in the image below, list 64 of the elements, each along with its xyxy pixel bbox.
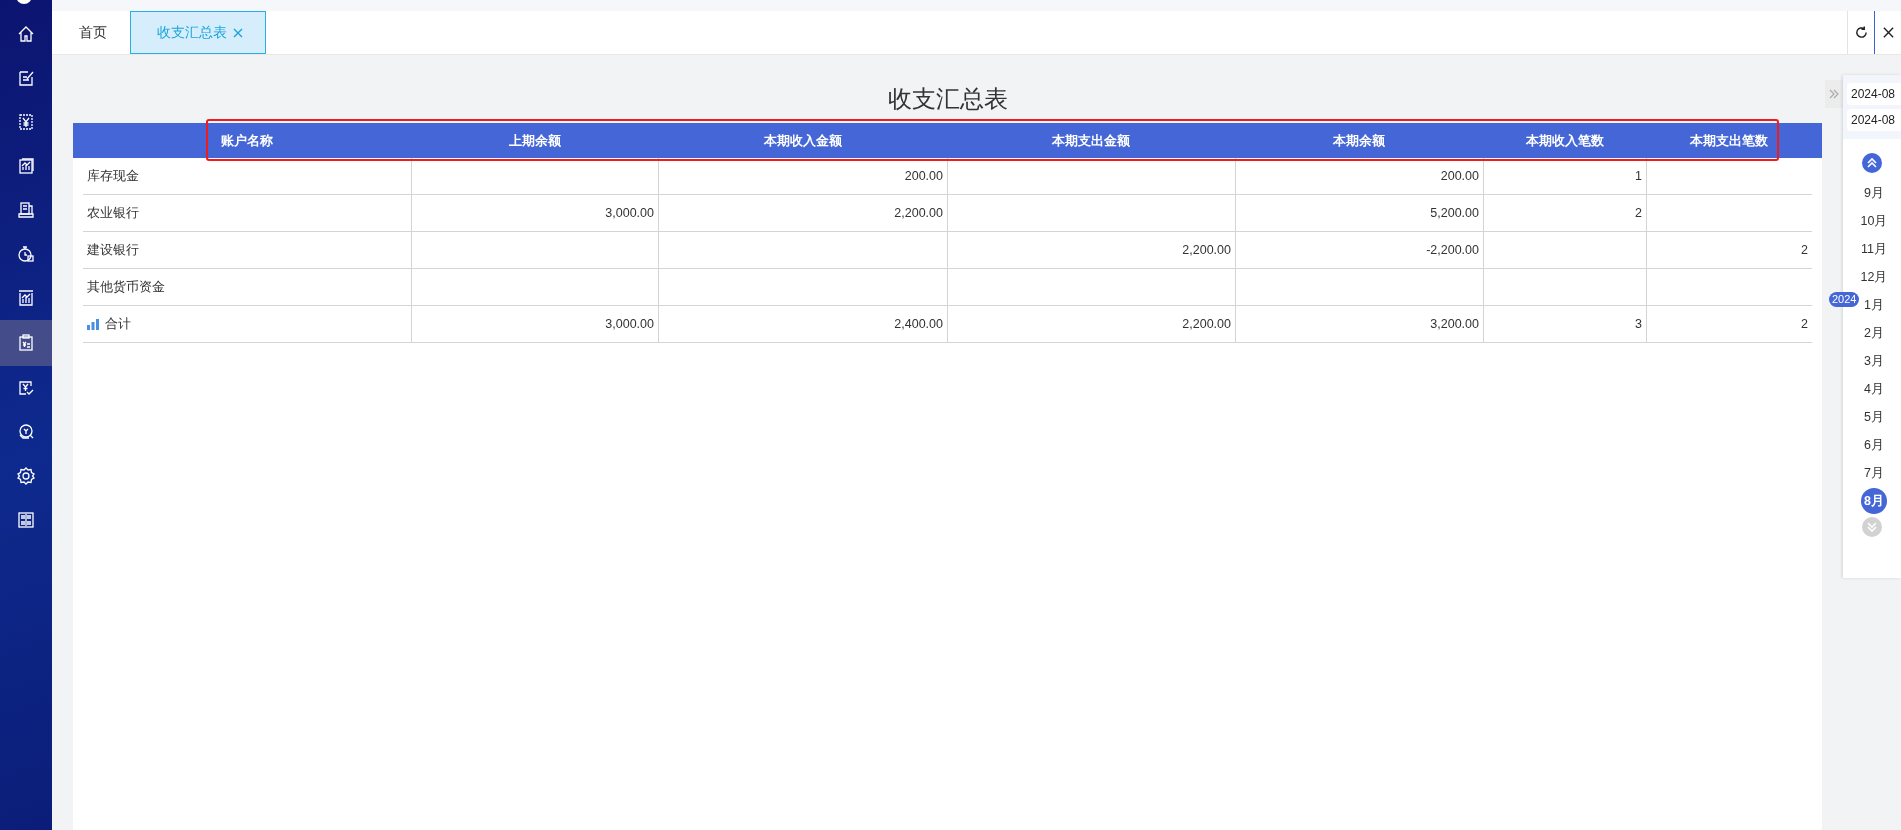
table-cell-text: 建设银行: [86, 241, 140, 259]
month-item[interactable]: 5月: [1864, 404, 1884, 430]
table-cell: 5,200.00: [1235, 195, 1483, 231]
table-cell: 3,200.00: [1235, 306, 1483, 342]
month-item[interactable]: 11月: [1861, 236, 1887, 262]
column-header: 上期余额: [507, 131, 562, 150]
clipboard-icon: [16, 333, 36, 353]
table-cell: 3: [1483, 306, 1646, 342]
column-header: 本期余额: [1332, 131, 1386, 150]
table-cell: 3,000.00: [411, 306, 658, 342]
double-chevron-down-icon: [1866, 521, 1878, 533]
start-date-field[interactable]: 2024-08: [1847, 83, 1901, 105]
table-cell-text: 库存现金: [86, 167, 140, 185]
column-header: 本期支出金额: [1051, 131, 1131, 150]
bar-chart-icon: [87, 318, 99, 330]
close-icon: [1881, 26, 1895, 39]
total-label: 合计: [105, 315, 131, 333]
month-item[interactable]: 2月: [1864, 320, 1884, 346]
table-cell-text: 农业银行: [86, 204, 140, 222]
month-item[interactable]: 9月: [1864, 180, 1884, 206]
column-header: 账户名称: [220, 131, 274, 150]
month-item[interactable]: 3月: [1864, 348, 1884, 374]
double-chevron-up-icon: [1866, 157, 1878, 169]
double-chevron-right-icon: [1829, 89, 1839, 99]
chart-icon: [16, 156, 36, 176]
table-cell: 2: [1646, 232, 1812, 268]
sidebar-item[interactable]: [0, 320, 52, 366]
home-icon: [16, 24, 36, 44]
table-cell: 2,200.00: [947, 306, 1235, 342]
month-item[interactable]: 7月: [1864, 460, 1884, 486]
refresh-icon: [1854, 26, 1868, 39]
scroll-up-button[interactable]: [1862, 153, 1882, 173]
table-cell: 2,200.00: [947, 232, 1235, 268]
table-cell: 1: [1483, 158, 1646, 194]
column-header: 本期收入笔数: [1524, 131, 1605, 150]
search-icon: [16, 422, 36, 442]
gear-icon: [16, 466, 36, 486]
month-item[interactable]: 12月: [1860, 264, 1888, 290]
end-date-field[interactable]: 2024-08: [1847, 109, 1901, 131]
year-badge: 2024: [1829, 292, 1860, 307]
report-title: 收支汇总表: [887, 84, 1008, 114]
table-cell: 2,400.00: [658, 306, 947, 342]
document-icon: [16, 200, 36, 220]
stats-icon: [16, 288, 36, 308]
yen-icon: [16, 112, 36, 132]
month-item[interactable]: 6月: [1864, 432, 1884, 458]
table-cell: 200.00: [1235, 158, 1483, 194]
month-item[interactable]: 1月: [1864, 292, 1884, 318]
table-cell: 2: [1646, 306, 1812, 342]
table-cell: 3,000.00: [411, 195, 658, 231]
month-item[interactable]: 10月: [1860, 208, 1888, 234]
table-cell: -2,200.00: [1235, 232, 1483, 268]
month-item[interactable]: 8月: [1861, 488, 1887, 514]
timer-icon: [16, 244, 36, 264]
table-cell-text: 其他货币资金: [86, 278, 166, 296]
table-cell: 2,200.00: [658, 195, 947, 231]
column-header: 本期支出笔数: [1689, 131, 1769, 150]
check-icon: [16, 378, 36, 398]
table-cell: 2: [1483, 195, 1646, 231]
month-item[interactable]: 4月: [1864, 376, 1884, 402]
column-header: 本期收入金额: [762, 131, 843, 150]
tab[interactable]: 首页: [52, 11, 130, 54]
table-cell: 200.00: [658, 158, 947, 194]
edit-icon: [16, 68, 36, 88]
